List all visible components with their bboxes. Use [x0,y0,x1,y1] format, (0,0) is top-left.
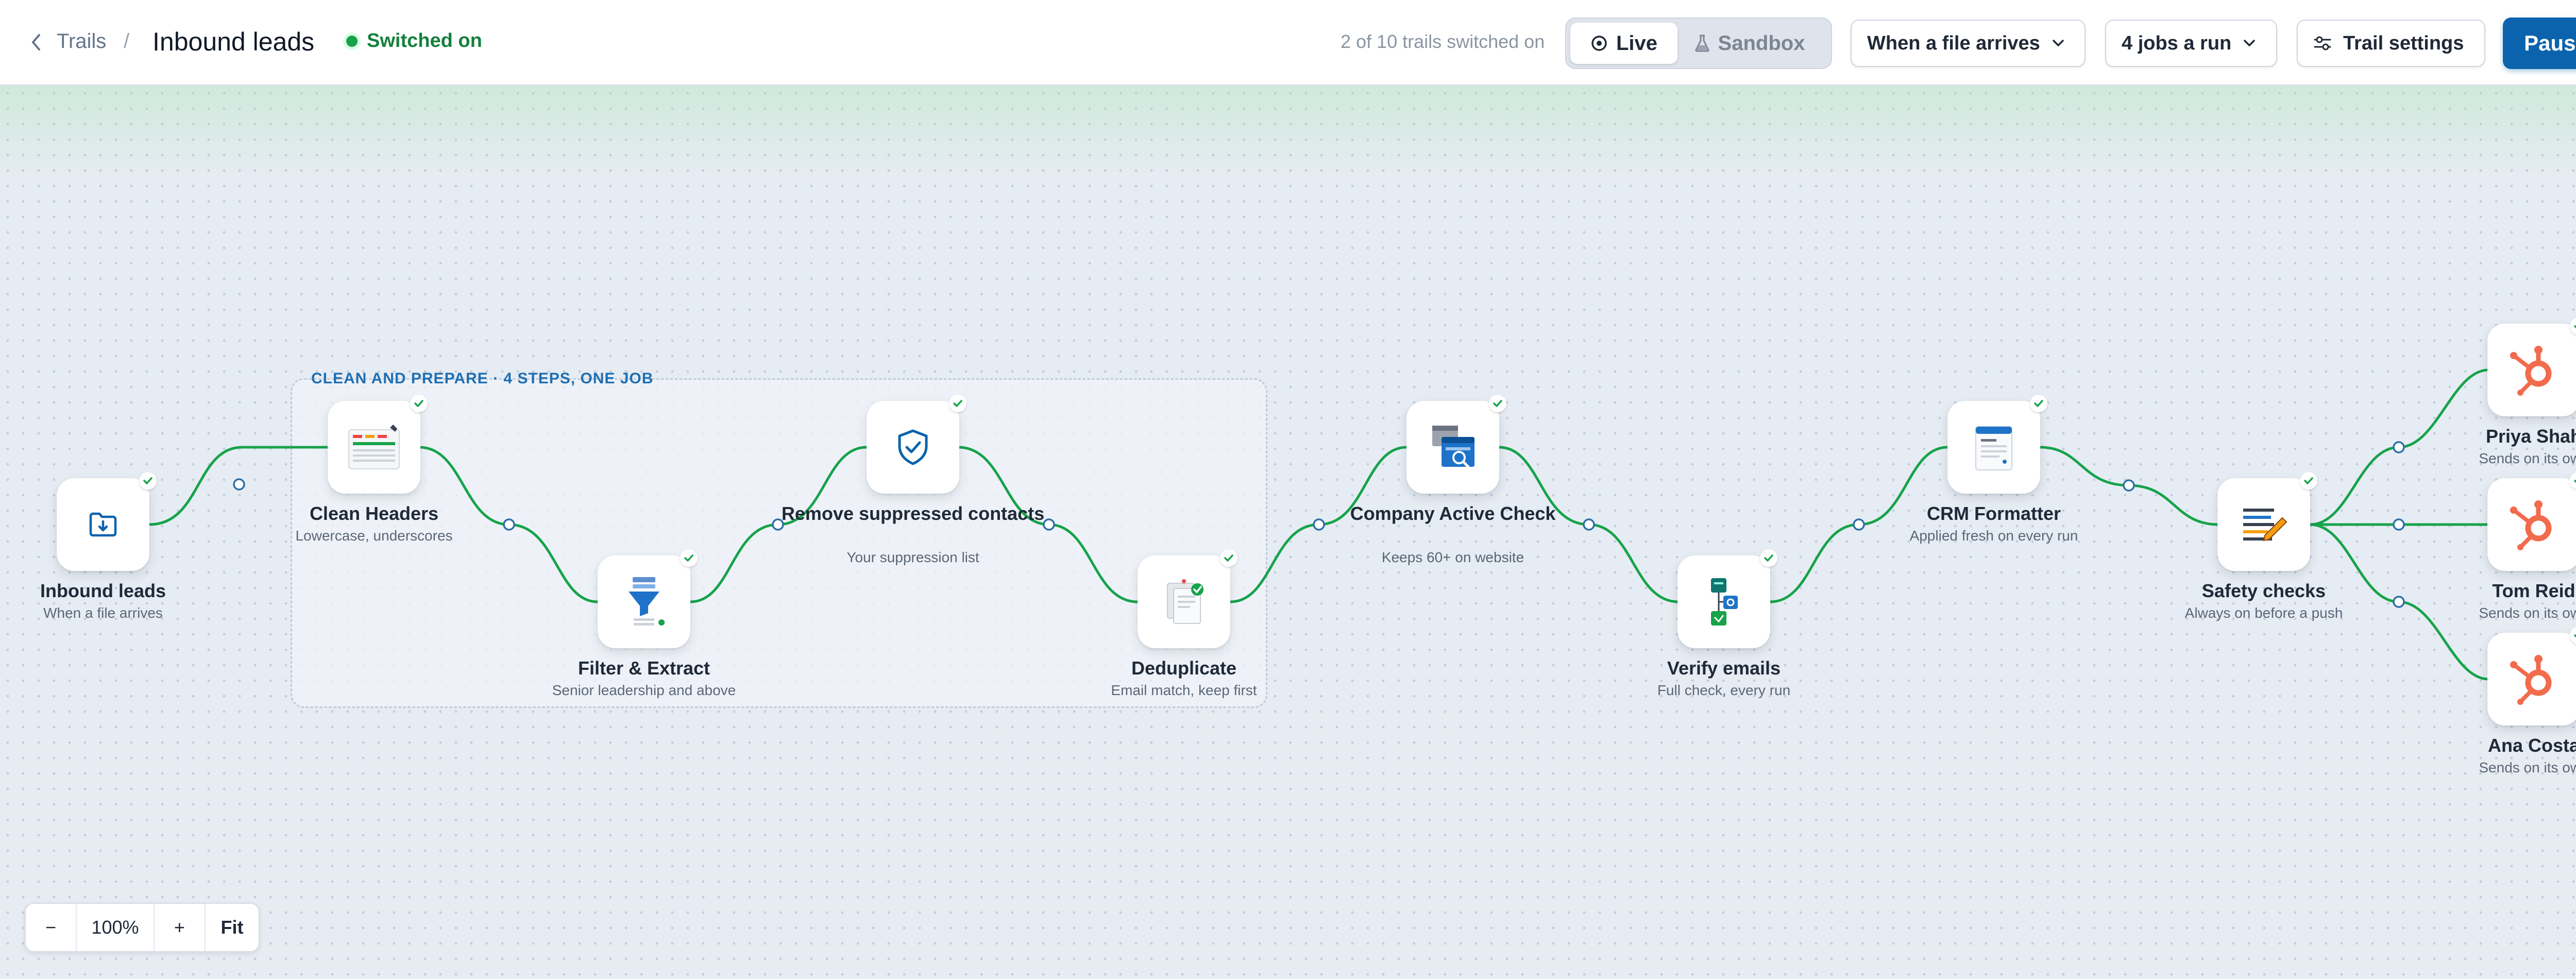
node-tile[interactable] [1677,555,1770,648]
node-subtitle: Senior leadership and above [552,682,736,698]
zoom-in-button[interactable]: + [155,904,206,951]
node-tile[interactable] [328,401,420,494]
node-title: Company Active Check [1350,503,1556,524]
node-tile[interactable] [867,401,959,494]
browser-search-icon [1432,426,1475,468]
wire-port [2393,518,2405,531]
node-tile[interactable] [2487,633,2576,725]
node-title: Deduplicate [1131,657,1237,679]
node-tile[interactable] [57,478,149,571]
node-subtitle: Sends on its own [2479,605,2576,621]
hubspot-icon [2510,500,2552,550]
node-subtitle: Keeps 60+ on website [1381,549,1524,565]
node-tile[interactable] [2217,478,2310,571]
node-title: Remove suppressed contacts [781,503,1045,524]
check-icon [2300,472,2317,490]
email-verify-icon [1711,578,1738,626]
node-title: Inbound leads [40,580,166,601]
node-title: Tom Reid [2492,580,2575,601]
node-title: Safety checks [2201,580,2326,601]
node-tile[interactable] [598,555,690,648]
node-title: Ana Costa [2487,735,2576,756]
hubspot-icon [2510,346,2552,396]
fit-view-button[interactable]: Fit [206,904,259,951]
zoom-controls: − 100% + Fit [25,903,260,952]
check-icon [139,472,157,490]
check-icon [1489,395,1506,412]
check-icon [1760,549,1777,567]
documents-icon [1167,579,1204,624]
zoom-out-button[interactable]: − [26,904,77,951]
shield-check-icon [898,429,928,465]
table-header-icon [348,425,400,469]
node-tile[interactable] [1138,555,1230,648]
node-subtitle: Your suppression list [846,549,979,565]
node-subtitle: Email match, keep first [1111,682,1257,698]
zoom-level: 100% [77,904,155,951]
node-subtitle: Always on before a push [2184,605,2343,621]
node-subtitle: Sends on its own [2479,759,2576,775]
node-subtitle: Sends on its own [2479,450,2576,466]
check-icon [2030,395,2047,412]
form-document-icon [1975,426,2012,470]
node-title: CRM Formatter [1926,503,2061,524]
funnel-icon [629,577,665,626]
check-icon [410,395,428,412]
node-subtitle: Lowercase, underscores [295,528,453,544]
check-icon [1220,549,1238,567]
node-tile[interactable] [2487,324,2576,416]
folder-download-icon [89,512,117,537]
checklist-pencil-icon [2243,509,2287,542]
node-tile[interactable] [2487,478,2576,571]
node-subtitle: When a file arrives [43,605,163,621]
node-tile[interactable] [1947,401,2040,494]
node-title: Filter & Extract [578,657,710,679]
wire-port [233,478,245,491]
wire-port [2123,479,2135,492]
node-title: Verify emails [1667,657,1781,679]
node-title: Clean Headers [309,503,439,524]
node-tile[interactable] [1406,401,1499,494]
node-subtitle: Full check, every run [1657,682,1791,698]
node-title: Priya Shah [2485,426,2576,447]
hubspot-icon [2510,655,2552,705]
check-icon [949,395,967,412]
node-subtitle: Applied fresh on every run [1909,528,2078,544]
check-icon [680,549,698,567]
